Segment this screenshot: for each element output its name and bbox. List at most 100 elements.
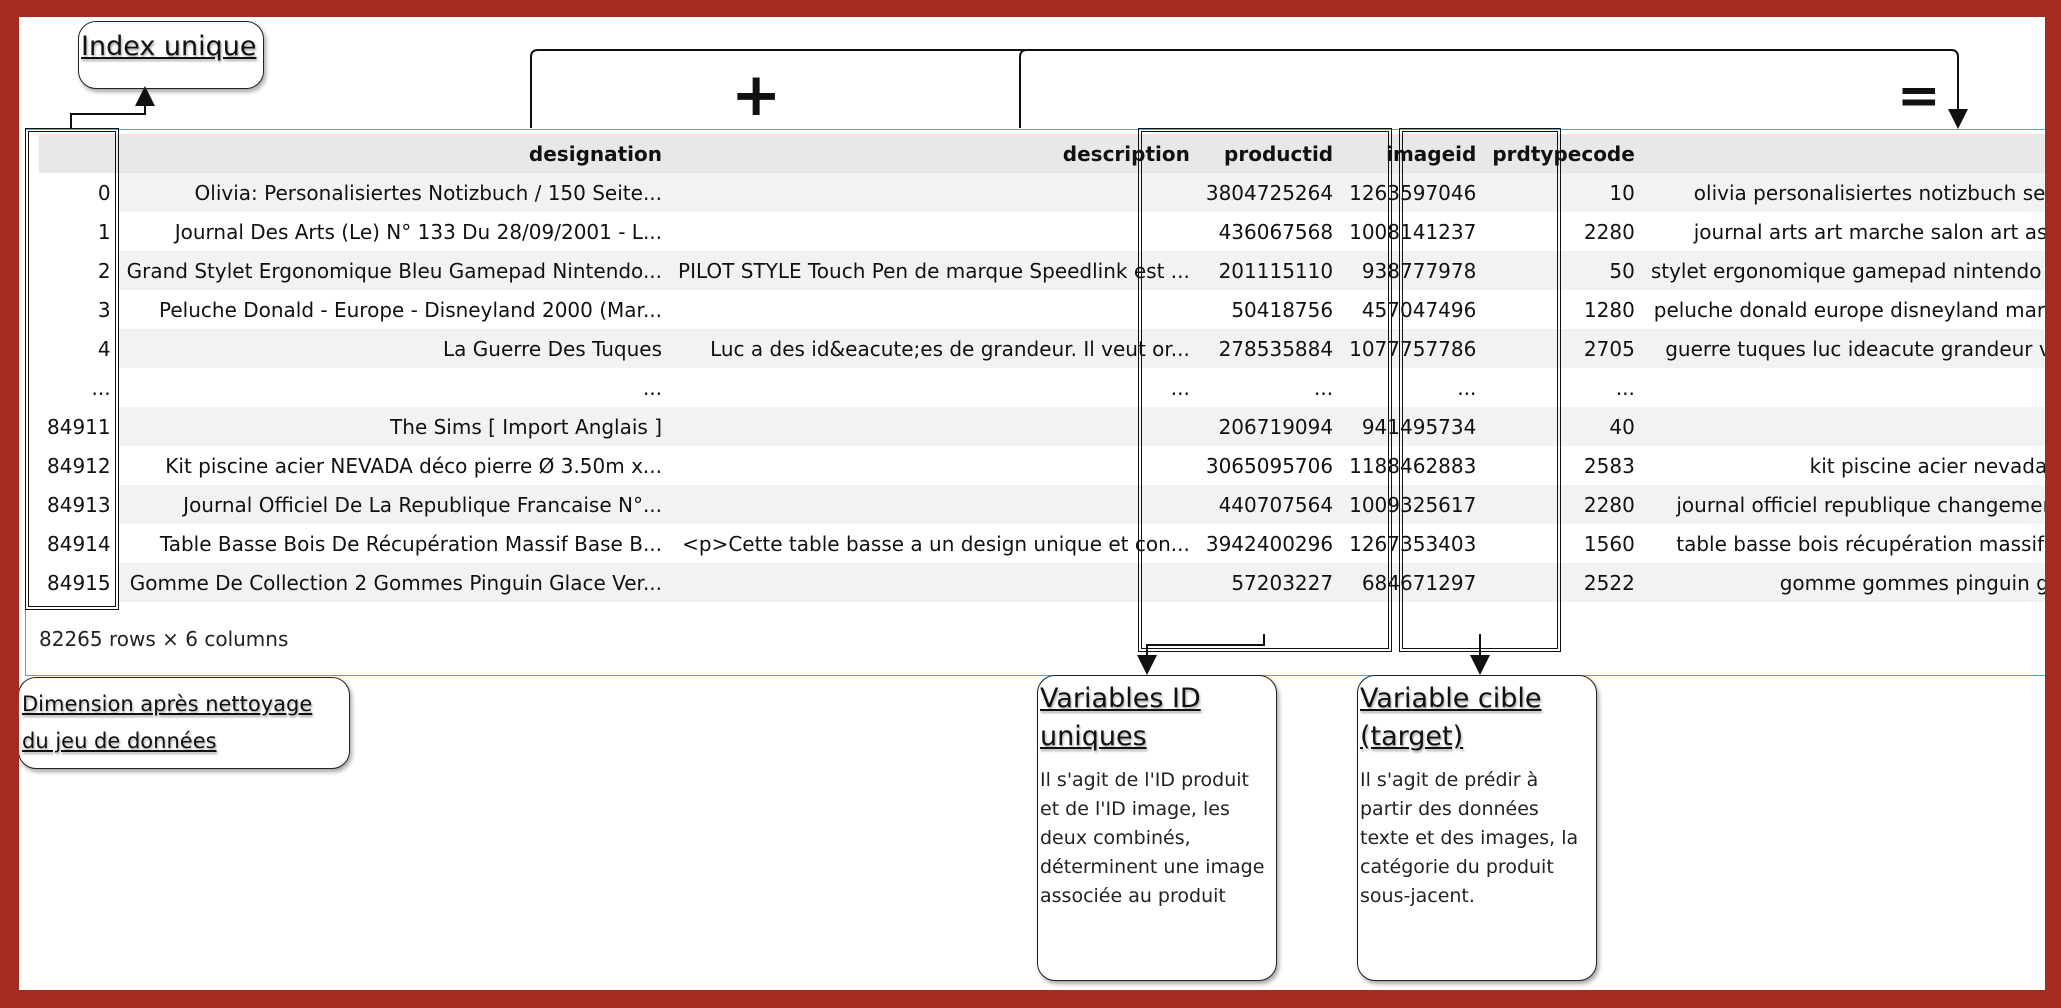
table-cell: kit piscine acier nevada déco pierre <box>1809 453 2045 478</box>
table-cell: journal arts art marche salon art asiati… <box>1693 219 2045 244</box>
table-cell: 50418756 <box>1231 297 1334 322</box>
row-index-cell: 0 <box>39 173 119 212</box>
table-cell: olivia personalisiertes notizbuch seiten… <box>1693 180 2045 205</box>
table-cell: 57203227 <box>1231 570 1334 595</box>
table-cell <box>670 290 1198 329</box>
row-index-cell: 84911 <box>39 407 119 446</box>
table-cell: 436067568 <box>1218 219 1334 244</box>
table-cell: ... <box>1314 375 1334 400</box>
table-cell: 2583 <box>1583 453 1635 478</box>
table-cell: 40 <box>1609 414 1635 439</box>
column-header-description: description <box>670 134 1198 173</box>
table-cell: 1077757786 <box>1349 336 1477 361</box>
table-cell: ... <box>1457 375 1477 400</box>
column-header-designation: designation <box>118 134 671 173</box>
table-cell: peluche donald europe disneyland marionn… <box>1653 297 2045 322</box>
dimension-note: Dimension après nettoyage du jeu de donn… <box>19 677 350 769</box>
id-note-body: Il s'agit de l'ID produit et de l'ID ima… <box>1040 769 1265 907</box>
id-variables-note: Variables ID uniques Il s'agit de l'ID p… <box>1037 675 1277 981</box>
table-cell: ... <box>1615 375 1635 400</box>
table-cell: 10 <box>1609 180 1635 205</box>
table-cell: gomme gommes pinguin glace orange <box>1779 570 2045 595</box>
table-cell: 206719094 <box>1218 414 1334 439</box>
table-cell: Kit piscine acier NEVADA déco pierre Ø 3… <box>165 453 663 478</box>
table-row: 3 Peluche Donald - Europe - Disneyland 20… <box>39 290 2045 329</box>
row-index-cell: 84913 <box>39 485 119 524</box>
table-cell: 1188462883 <box>1349 453 1477 478</box>
table-cell: 1008141237 <box>1349 219 1477 244</box>
table-cell: the sims <box>1643 407 2045 446</box>
table-cell: stylet ergonomique gamepad nintendo wii … <box>1650 258 2045 283</box>
table-cell: 50 <box>1609 258 1635 283</box>
table-cell: guerre tuques luc ideacute grandeur veut… <box>1665 336 2045 361</box>
row-index-cell: 3 <box>39 290 119 329</box>
table-cell: Luc a des id&eacute;es de grandeur. Il v… <box>710 336 1190 361</box>
table-cell: 1263597046 <box>1349 180 1477 205</box>
table-cell: ... <box>1643 368 2045 407</box>
column-header-desi_desc: desi_desc <box>1642 134 2045 173</box>
table-cell: 440707564 <box>1218 492 1334 517</box>
table-cell: 1267353403 <box>1349 531 1477 556</box>
table-cell: Journal Officiel De La Republique Franca… <box>183 492 663 517</box>
table-row: 0 Olivia: Personalisiertes Notizbuch / 15… <box>39 173 2045 212</box>
table-cell: The Sims [ Import Anglais ] <box>390 414 663 439</box>
index-unique-label: Index unique <box>81 31 257 62</box>
table-cell: 684671297 <box>1361 570 1477 595</box>
table-cell: 3942400296 <box>1205 531 1334 556</box>
table-cell <box>670 212 1198 251</box>
table-cell: La Guerre Des Tuques <box>443 336 663 361</box>
target-variable-note: Variable cible (target) Il s'agit de pré… <box>1357 675 1597 981</box>
dimension-note-text: Dimension après nettoyage du jeu de donn… <box>22 692 313 753</box>
table-row: 1 Journal Des Arts (Le) N° 133 Du 28/09/2… <box>39 212 2045 251</box>
row-index-cell: 2 <box>39 251 119 290</box>
index-header <box>39 134 119 173</box>
table-cell <box>670 563 1198 602</box>
index-arrow <box>70 86 155 128</box>
table-cell: Peluche Donald - Europe - Disneyland 200… <box>159 297 663 322</box>
table-cell: Olivia: Personalisiertes Notizbuch / 150… <box>194 180 663 205</box>
table-row: ..................... <box>39 368 2045 407</box>
plus-sign: + <box>731 60 782 130</box>
table-row: 84913 Journal Officiel De La Republique F… <box>39 485 2045 524</box>
row-index-cell: 84912 <box>39 446 119 485</box>
row-index-cell: 4 <box>39 329 119 368</box>
table-cell: 2280 <box>1583 219 1635 244</box>
table-cell: 938777978 <box>1361 258 1477 283</box>
merge-bracket-branch <box>1019 49 1028 128</box>
column-header-prdtypecode: prdtypecode <box>1484 134 1643 173</box>
table-cell: Journal Des Arts (Le) N° 133 Du 28/09/20… <box>174 219 663 244</box>
equals-sign: = <box>1897 66 1941 126</box>
table-row: 84911 The Sims [ Import Anglais ] 20671909… <box>39 407 2045 446</box>
target-note-title: Variable cible (target) <box>1360 683 1542 752</box>
table-cell: Gomme De Collection 2 Gommes Pinguin Gla… <box>129 570 663 595</box>
table-row: 2 Grand Stylet Ergonomique Bleu Gamepad N… <box>39 251 2045 290</box>
table-cell: 2522 <box>1583 570 1635 595</box>
table-cell: table basse bois récupération massif bas… <box>1676 531 2045 556</box>
table-cell <box>670 485 1198 524</box>
table-cell: 2280 <box>1583 492 1635 517</box>
table-cell: 457047496 <box>1361 297 1477 322</box>
table-cell: journal officiel republique changement a… <box>1676 492 2045 517</box>
table-cell: 3804725264 <box>1205 180 1334 205</box>
table-cell <box>670 446 1198 485</box>
table-cell: <p>Cette table basse a un design unique … <box>682 531 1190 556</box>
table-cell: ... <box>642 375 663 400</box>
table-cell: 2705 <box>1583 336 1635 361</box>
table-row: 84912 Kit piscine acier NEVADA déco pierr… <box>39 446 2045 485</box>
table-cell <box>670 407 1198 446</box>
row-index-cell: 84915 <box>39 563 119 602</box>
row-index-cell: ... <box>39 368 119 407</box>
row-index-cell: 84914 <box>39 524 119 563</box>
table-cell: Table Basse Bois De Récupération Massif … <box>159 531 663 556</box>
dataframe-shape: 82265 rows × 6 columns <box>39 627 289 651</box>
target-note-body: Il s'agit de prédir à partir des données… <box>1360 769 1579 907</box>
table-cell: 1560 <box>1583 531 1635 556</box>
table-cell: 1280 <box>1583 297 1635 322</box>
table-cell: 3065095706 <box>1205 453 1334 478</box>
table-cell: 1009325617 <box>1349 492 1477 517</box>
dataframe-header-row: designation description productid imageid pr… <box>39 134 2045 173</box>
table-cell: Grand Stylet Ergonomique Bleu Gamepad Ni… <box>126 258 663 283</box>
table-row: 84914 Table Basse Bois De Récupération Ma… <box>39 524 2045 563</box>
table-cell: ... <box>1170 375 1190 400</box>
annotated-figure: designation description productid imageid pr… <box>19 17 2045 990</box>
